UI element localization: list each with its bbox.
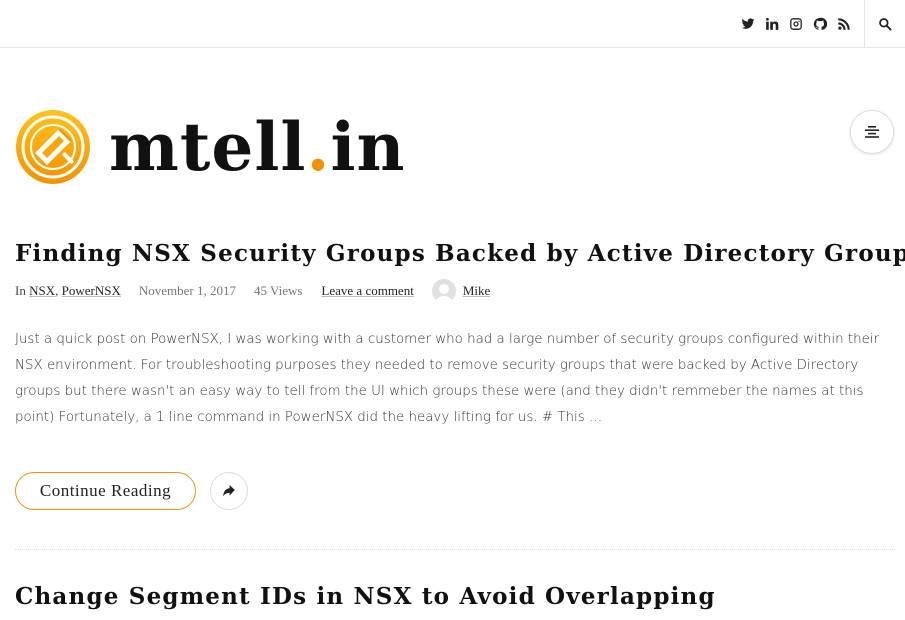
user-avatar-icon <box>434 284 453 303</box>
post-title[interactable]: Finding NSX Security Groups Backed by Ac… <box>15 240 905 267</box>
twitter-icon[interactable] <box>741 17 755 31</box>
post-meta: In NSX, PowerNSX November 1, 2017 45 Vie… <box>15 279 490 303</box>
top-bar <box>0 0 905 48</box>
post-date: November 1, 2017 <box>138 283 236 298</box>
continue-reading-button[interactable]: Continue Reading <box>15 472 196 510</box>
avatar <box>431 279 456 303</box>
category-prefix: In <box>15 283 26 298</box>
linkedin-icon[interactable] <box>765 17 779 31</box>
instagram-icon[interactable] <box>789 17 803 31</box>
category-link-nsx[interactable]: NSX <box>29 283 55 299</box>
post-title-2[interactable]: Change Segment IDs in NSX to Avoid Overl… <box>15 583 716 610</box>
social-links <box>741 14 851 34</box>
github-icon[interactable] <box>813 17 827 31</box>
search-button[interactable] <box>864 0 905 48</box>
menu-button[interactable] <box>850 110 894 154</box>
logo-emblem-icon <box>16 110 90 184</box>
search-icon <box>879 18 892 31</box>
category-separator: , <box>55 283 59 298</box>
post-divider <box>15 549 895 550</box>
comment-link[interactable]: Leave a comment <box>321 283 413 299</box>
post-views: 45 Views <box>253 283 303 298</box>
site-name-tld: in <box>330 108 406 186</box>
rss-icon[interactable] <box>837 17 851 31</box>
share-icon <box>223 485 235 497</box>
site-name-dot: . <box>306 108 331 186</box>
site-name-main: mtell <box>109 108 307 186</box>
menu-icon <box>865 126 879 138</box>
category-link-powernsx[interactable]: PowerNSX <box>62 283 121 299</box>
site-name: mtell. in <box>109 114 406 180</box>
post-excerpt: Just a quick post on PowerNSX, I was wor… <box>15 332 880 425</box>
author-link[interactable]: Mike <box>463 283 490 299</box>
share-button[interactable] <box>210 472 248 510</box>
site-logo[interactable]: mtell. in <box>15 108 406 186</box>
